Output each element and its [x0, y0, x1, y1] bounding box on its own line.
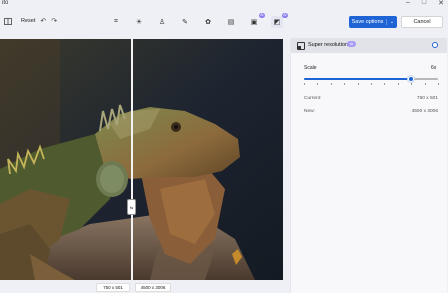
slider-tick — [438, 83, 439, 85]
undo-icon[interactable]: ↶ — [40, 17, 46, 25]
slider-tick — [384, 83, 385, 85]
filter-icon[interactable]: ✿ — [202, 16, 214, 28]
background-icon[interactable]: ▣ AI — [248, 13, 265, 28]
close-button[interactable]: ✕ — [438, 0, 444, 7]
filter-icon-glyph: ✿ — [205, 19, 211, 26]
crop-icon[interactable]: ⌗ — [110, 16, 122, 28]
slider-tick — [397, 83, 399, 85]
ai-badge: AI — [281, 13, 288, 18]
save-options-label: Save options — [351, 19, 384, 25]
toolbar: Reset ↶ ↷ ⌗ ☀ ♙ ✎ ✿ ▤ ▣ AI ◩ AI Save optio… — [0, 10, 448, 36]
erase-icon[interactable]: ♙ — [156, 16, 168, 28]
new-label: New: — [304, 109, 315, 114]
slider-fill — [304, 78, 412, 80]
super-resolution-panel: Super resolution AI Scale 6x Current: 75… — [290, 38, 447, 293]
ai-badge: AI — [347, 41, 356, 47]
compare-icon[interactable] — [4, 17, 12, 25]
adjust-icon-glyph: ☀ — [135, 19, 143, 26]
original-dimensions: 750 x 501 — [96, 283, 130, 292]
slider-tick — [357, 83, 359, 85]
super-resolution-icon — [297, 41, 305, 50]
minimize-button[interactable]: – — [406, 0, 410, 7]
panel-header[interactable]: Super resolution AI — [291, 38, 447, 53]
slider-tick — [330, 83, 332, 85]
image-canvas[interactable]: ⇆ — [0, 39, 283, 280]
markup-icon[interactable]: ▤ — [225, 16, 237, 28]
iguana-photo — [0, 39, 283, 280]
slider-tick — [304, 83, 305, 85]
scale-slider[interactable] — [304, 75, 439, 85]
title-bar: ito – □ ✕ — [0, 0, 448, 10]
super-resolution-icon-glyph: ◩ — [273, 19, 281, 26]
compare-divider[interactable] — [131, 39, 133, 280]
super-resolution-icon[interactable]: ◩ AI — [271, 13, 288, 28]
scale-label: Scale — [304, 65, 317, 71]
cancel-button[interactable]: Cancel — [401, 16, 443, 28]
slider-tick — [371, 83, 372, 85]
toggle-radio[interactable] — [432, 42, 438, 48]
background-icon-glyph: ▣ — [250, 19, 258, 26]
current-size-row: Current: 750 x 501 — [304, 96, 438, 101]
ai-badge: AI — [258, 13, 265, 18]
maximize-button[interactable]: □ — [422, 0, 426, 7]
new-value: 4500 x 3006 — [411, 109, 438, 114]
erase-icon-glyph: ♙ — [158, 19, 166, 26]
draw-icon[interactable]: ✎ — [179, 16, 191, 28]
slider-thumb[interactable] — [408, 75, 415, 82]
markup-icon-glyph: ▤ — [227, 19, 235, 26]
slider-tick — [317, 83, 318, 85]
window-controls: – □ ✕ — [406, 0, 444, 7]
adjust-icon[interactable]: ☀ — [133, 16, 145, 28]
chevron-down-icon[interactable]: ⌄ — [386, 19, 397, 25]
current-value: 750 x 501 — [416, 96, 438, 101]
scale-value: 6x — [431, 65, 437, 71]
crop-icon-glyph: ⌗ — [114, 18, 118, 25]
app-title: ito — [2, 0, 9, 6]
current-label: Current: — [304, 96, 322, 101]
reset-button[interactable]: Reset — [21, 18, 35, 24]
slider-tick — [424, 83, 426, 85]
enhanced-dimensions: 4500 x 3006 — [135, 283, 171, 292]
compare-handle[interactable]: ⇆ — [127, 199, 136, 215]
history-controls: Reset ↶ ↷ — [4, 17, 57, 25]
edit-tools: ⌗ ☀ ♙ ✎ ✿ ▤ ▣ AI ◩ AI — [110, 13, 294, 28]
redo-icon[interactable]: ↷ — [51, 17, 57, 25]
slider-tick — [411, 83, 412, 85]
draw-icon-glyph: ✎ — [182, 19, 188, 26]
slider-ticks — [304, 83, 439, 85]
slider-tick — [344, 83, 345, 85]
save-options-button[interactable]: Save options ⌄ — [349, 16, 397, 28]
panel-title: Super resolution — [308, 42, 349, 48]
new-size-row: New: 4500 x 3006 — [304, 109, 438, 114]
